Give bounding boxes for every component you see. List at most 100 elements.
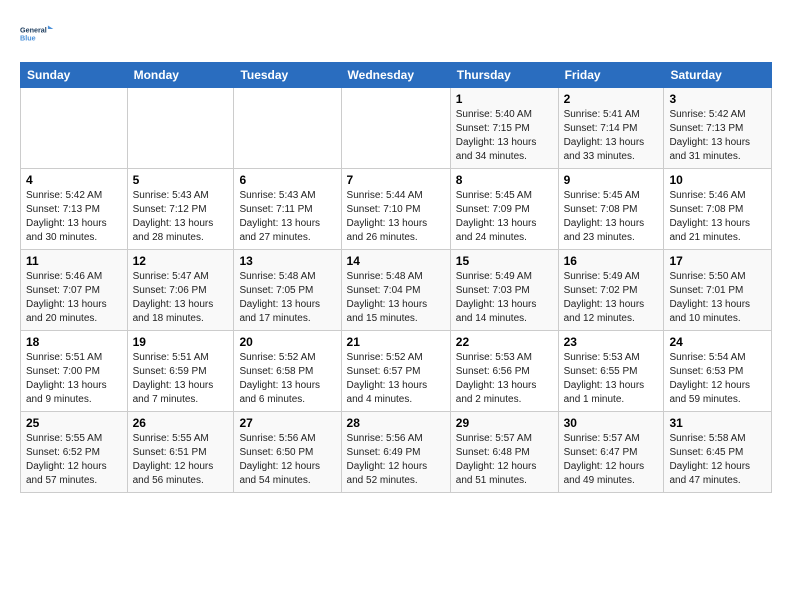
day-cell: 21Sunrise: 5:52 AM Sunset: 6:57 PM Dayli… bbox=[341, 331, 450, 412]
page-container: GeneralBlue SundayMondayTuesdayWednesday… bbox=[0, 0, 792, 503]
col-header-wednesday: Wednesday bbox=[341, 63, 450, 88]
day-cell: 7Sunrise: 5:44 AM Sunset: 7:10 PM Daylig… bbox=[341, 169, 450, 250]
day-number: 3 bbox=[669, 92, 766, 106]
day-cell: 3 Sunrise: 5:42 AM Sunset: 7:13 PM Daylig… bbox=[664, 88, 772, 169]
day-info: Sunrise: 5:42 AM Sunset: 7:13 PM Dayligh… bbox=[26, 189, 122, 245]
day-number: 8 bbox=[456, 173, 553, 187]
day-number: 31 bbox=[669, 416, 766, 430]
day-number: 9 bbox=[564, 173, 659, 187]
day-info: Sunrise: 5:50 AM Sunset: 7:01 PM Dayligh… bbox=[669, 270, 766, 326]
day-number: 17 bbox=[669, 254, 766, 268]
day-info: Sunrise: 5:43 AM Sunset: 7:11 PM Dayligh… bbox=[239, 189, 335, 245]
day-info: Sunrise: 5:53 AM Sunset: 6:55 PM Dayligh… bbox=[564, 351, 659, 407]
day-number: 29 bbox=[456, 416, 553, 430]
day-cell: 6 Sunrise: 5:43 AM Sunset: 7:11 PM Daylig… bbox=[234, 169, 341, 250]
day-info: Sunrise: 5:51 AM Sunset: 6:59 PM Dayligh… bbox=[133, 351, 229, 407]
day-info: Sunrise: 5:40 AM Sunset: 7:15 PM Dayligh… bbox=[456, 108, 553, 164]
day-number: 28 bbox=[347, 416, 445, 430]
day-cell: 29 Sunrise: 5:57 AM Sunset: 6:48 PM Dayli… bbox=[450, 412, 558, 493]
day-info: Sunrise: 5:49 AM Sunset: 7:03 PM Dayligh… bbox=[456, 270, 553, 326]
day-info: Sunrise: 5:52 AM Sunset: 6:57 PM Dayligh… bbox=[347, 351, 445, 407]
day-cell: 1 Sunrise: 5:40 AM Sunset: 7:15 PM Daylig… bbox=[450, 88, 558, 169]
day-number: 22 bbox=[456, 335, 553, 349]
day-cell: 12Sunrise: 5:47 AM Sunset: 7:06 PM Dayli… bbox=[127, 250, 234, 331]
day-cell: 30Sunrise: 5:57 AM Sunset: 6:47 PM Dayli… bbox=[558, 412, 664, 493]
day-number: 18 bbox=[26, 335, 122, 349]
day-number: 7 bbox=[347, 173, 445, 187]
day-cell: 10 Sunrise: 5:46 AM Sunset: 7:08 PM Dayli… bbox=[664, 169, 772, 250]
day-cell: 19 Sunrise: 5:51 AM Sunset: 6:59 PM Dayli… bbox=[127, 331, 234, 412]
week-row-2: 4 Sunrise: 5:42 AM Sunset: 7:13 PM Daylig… bbox=[21, 169, 772, 250]
day-number: 6 bbox=[239, 173, 335, 187]
day-info: Sunrise: 5:55 AM Sunset: 6:52 PM Dayligh… bbox=[26, 432, 122, 488]
day-number: 25 bbox=[26, 416, 122, 430]
day-cell: 11Sunrise: 5:46 AM Sunset: 7:07 PM Dayli… bbox=[21, 250, 128, 331]
calendar-table: SundayMondayTuesdayWednesdayThursdayFrid… bbox=[20, 62, 772, 493]
day-cell: 18Sunrise: 5:51 AM Sunset: 7:00 PM Dayli… bbox=[21, 331, 128, 412]
day-number: 10 bbox=[669, 173, 766, 187]
header-row: SundayMondayTuesdayWednesdayThursdayFrid… bbox=[21, 63, 772, 88]
day-cell bbox=[21, 88, 128, 169]
day-number: 14 bbox=[347, 254, 445, 268]
day-number: 20 bbox=[239, 335, 335, 349]
day-cell bbox=[127, 88, 234, 169]
day-number: 2 bbox=[564, 92, 659, 106]
svg-text:Blue: Blue bbox=[20, 34, 36, 43]
day-number: 12 bbox=[133, 254, 229, 268]
day-info: Sunrise: 5:41 AM Sunset: 7:14 PM Dayligh… bbox=[564, 108, 659, 164]
day-info: Sunrise: 5:46 AM Sunset: 7:08 PM Dayligh… bbox=[669, 189, 766, 245]
day-number: 16 bbox=[564, 254, 659, 268]
col-header-sunday: Sunday bbox=[21, 63, 128, 88]
week-row-3: 11Sunrise: 5:46 AM Sunset: 7:07 PM Dayli… bbox=[21, 250, 772, 331]
svg-text:General: General bbox=[20, 26, 47, 35]
day-info: Sunrise: 5:54 AM Sunset: 6:53 PM Dayligh… bbox=[669, 351, 766, 407]
day-number: 15 bbox=[456, 254, 553, 268]
day-cell: 17 Sunrise: 5:50 AM Sunset: 7:01 PM Dayli… bbox=[664, 250, 772, 331]
day-info: Sunrise: 5:49 AM Sunset: 7:02 PM Dayligh… bbox=[564, 270, 659, 326]
day-info: Sunrise: 5:43 AM Sunset: 7:12 PM Dayligh… bbox=[133, 189, 229, 245]
day-info: Sunrise: 5:57 AM Sunset: 6:47 PM Dayligh… bbox=[564, 432, 659, 488]
day-cell: 22 Sunrise: 5:53 AM Sunset: 6:56 PM Dayli… bbox=[450, 331, 558, 412]
day-number: 13 bbox=[239, 254, 335, 268]
day-cell: 25 Sunrise: 5:55 AM Sunset: 6:52 PM Dayli… bbox=[21, 412, 128, 493]
day-cell: 24 Sunrise: 5:54 AM Sunset: 6:53 PM Dayli… bbox=[664, 331, 772, 412]
day-info: Sunrise: 5:46 AM Sunset: 7:07 PM Dayligh… bbox=[26, 270, 122, 326]
day-info: Sunrise: 5:55 AM Sunset: 6:51 PM Dayligh… bbox=[133, 432, 229, 488]
week-row-4: 18Sunrise: 5:51 AM Sunset: 7:00 PM Dayli… bbox=[21, 331, 772, 412]
day-info: Sunrise: 5:53 AM Sunset: 6:56 PM Dayligh… bbox=[456, 351, 553, 407]
day-info: Sunrise: 5:48 AM Sunset: 7:04 PM Dayligh… bbox=[347, 270, 445, 326]
day-cell: 27 Sunrise: 5:56 AM Sunset: 6:50 PM Dayli… bbox=[234, 412, 341, 493]
day-cell: 31 Sunrise: 5:58 AM Sunset: 6:45 PM Dayli… bbox=[664, 412, 772, 493]
col-header-thursday: Thursday bbox=[450, 63, 558, 88]
logo: GeneralBlue bbox=[20, 16, 56, 52]
day-info: Sunrise: 5:57 AM Sunset: 6:48 PM Dayligh… bbox=[456, 432, 553, 488]
day-number: 1 bbox=[456, 92, 553, 106]
day-info: Sunrise: 5:42 AM Sunset: 7:13 PM Dayligh… bbox=[669, 108, 766, 164]
day-cell: 28Sunrise: 5:56 AM Sunset: 6:49 PM Dayli… bbox=[341, 412, 450, 493]
week-row-1: 1 Sunrise: 5:40 AM Sunset: 7:15 PM Daylig… bbox=[21, 88, 772, 169]
day-info: Sunrise: 5:58 AM Sunset: 6:45 PM Dayligh… bbox=[669, 432, 766, 488]
day-cell: 13Sunrise: 5:48 AM Sunset: 7:05 PM Dayli… bbox=[234, 250, 341, 331]
day-number: 24 bbox=[669, 335, 766, 349]
logo-icon: GeneralBlue bbox=[20, 16, 56, 52]
day-cell: 14 Sunrise: 5:48 AM Sunset: 7:04 PM Dayli… bbox=[341, 250, 450, 331]
day-info: Sunrise: 5:45 AM Sunset: 7:08 PM Dayligh… bbox=[564, 189, 659, 245]
day-number: 23 bbox=[564, 335, 659, 349]
day-cell bbox=[341, 88, 450, 169]
day-cell: 2 Sunrise: 5:41 AM Sunset: 7:14 PM Daylig… bbox=[558, 88, 664, 169]
day-info: Sunrise: 5:45 AM Sunset: 7:09 PM Dayligh… bbox=[456, 189, 553, 245]
day-cell: 20 Sunrise: 5:52 AM Sunset: 6:58 PM Dayli… bbox=[234, 331, 341, 412]
day-number: 27 bbox=[239, 416, 335, 430]
col-header-friday: Friday bbox=[558, 63, 664, 88]
header: GeneralBlue bbox=[20, 16, 772, 52]
day-cell: 8 Sunrise: 5:45 AM Sunset: 7:09 PM Daylig… bbox=[450, 169, 558, 250]
day-info: Sunrise: 5:56 AM Sunset: 6:50 PM Dayligh… bbox=[239, 432, 335, 488]
day-info: Sunrise: 5:52 AM Sunset: 6:58 PM Dayligh… bbox=[239, 351, 335, 407]
day-number: 4 bbox=[26, 173, 122, 187]
day-number: 26 bbox=[133, 416, 229, 430]
day-cell: 26 Sunrise: 5:55 AM Sunset: 6:51 PM Dayli… bbox=[127, 412, 234, 493]
week-row-5: 25 Sunrise: 5:55 AM Sunset: 6:52 PM Dayli… bbox=[21, 412, 772, 493]
day-number: 19 bbox=[133, 335, 229, 349]
day-cell: 16 Sunrise: 5:49 AM Sunset: 7:02 PM Dayli… bbox=[558, 250, 664, 331]
day-cell: 5Sunrise: 5:43 AM Sunset: 7:12 PM Daylig… bbox=[127, 169, 234, 250]
